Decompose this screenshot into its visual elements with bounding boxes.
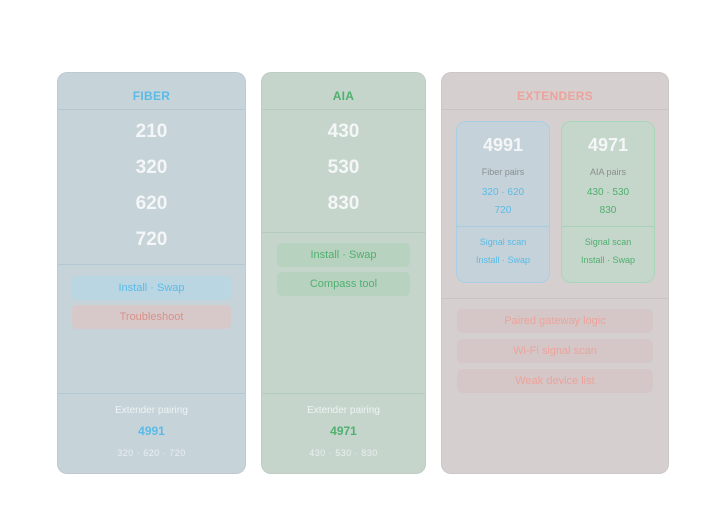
extender-card-pairs-line: 430 · 530 [586, 187, 630, 198]
aia-header-divider [262, 109, 425, 110]
fiber-header: FIBER [132, 89, 171, 103]
extender-card-code: 4991 [482, 135, 524, 155]
aia-install-swap-button[interactable]: Install · Swap [277, 243, 410, 267]
aia-extender-pairing-label: Extender pairing [307, 405, 380, 416]
aia-model-830[interactable]: 830 [262, 193, 425, 215]
fiber-extender-pairing-label: Extender pairing [115, 405, 188, 416]
extenders-header-divider [442, 109, 668, 110]
extenders-header: EXTENDERS [516, 89, 594, 103]
extender-card-4991[interactable]: 4991 Fiber pairs 320 · 620 720 Signal sc… [456, 121, 550, 283]
fiber-troubleshoot-button[interactable]: Troubleshoot [72, 305, 231, 329]
aia-header: AIA [332, 89, 355, 103]
extenders-cards-divider [442, 298, 668, 299]
fiber-column: FIBER 210 320 620 720 Install · Swap Tro… [57, 72, 246, 474]
weak-device-list-button[interactable]: Weak device list [457, 369, 653, 393]
extender-card-label: Fiber pairs [481, 167, 525, 177]
fiber-extender-models: 320 · 620 · 720 [117, 448, 186, 458]
extender-card-4971[interactable]: 4971 AIA pairs 430 · 530 830 Signal scan… [561, 121, 655, 283]
paired-gateway-logic-button[interactable]: Paired gateway logic [457, 309, 653, 333]
wifi-signal-scan-button[interactable]: Wi-Fi signal scan [457, 339, 653, 363]
aia-column: AIA 430 530 830 Install · Swap Compass t… [261, 72, 426, 474]
aia-compass-tool-button[interactable]: Compass tool [277, 272, 410, 296]
extender-card-pairs: 430 · 530 830 [562, 184, 654, 220]
fiber-model-320[interactable]: 320 [58, 157, 245, 179]
aia-footer-divider [262, 393, 425, 394]
extender-card-pairs: 320 · 620 720 [457, 184, 549, 220]
extender-4991-signal-scan-link[interactable]: Signal scan [457, 237, 549, 247]
fiber-model-720[interactable]: 720 [58, 229, 245, 251]
fiber-install-swap-button[interactable]: Install · Swap [72, 276, 231, 300]
aia-model-430[interactable]: 430 [262, 121, 425, 143]
fiber-models-divider [58, 264, 245, 265]
extender-card-code: 4971 [587, 135, 629, 155]
extender-4971-signal-scan-link[interactable]: Signal scan [562, 237, 654, 247]
fiber-model-620[interactable]: 620 [58, 193, 245, 215]
extender-card-pairs-line: 720 [494, 205, 512, 216]
extender-4971-install-swap-link[interactable]: Install · Swap [562, 255, 654, 265]
extender-card-label: AIA pairs [589, 167, 627, 177]
aia-model-530[interactable]: 530 [262, 157, 425, 179]
fiber-extender-code[interactable]: 4991 [58, 424, 245, 438]
fiber-header-divider [58, 109, 245, 110]
extender-4991-install-swap-link[interactable]: Install · Swap [457, 255, 549, 265]
extender-card-pairs-line: 320 · 620 [481, 187, 525, 198]
extender-card-pairs-line: 830 [599, 205, 617, 216]
extenders-column: EXTENDERS 4991 Fiber pairs 320 · 620 720… [441, 72, 669, 474]
aia-models-divider [262, 232, 425, 233]
aia-extender-code[interactable]: 4971 [262, 424, 425, 438]
aia-extender-models: 430 · 530 · 830 [309, 448, 378, 458]
fiber-model-210[interactable]: 210 [58, 121, 245, 143]
extender-card-divider [562, 226, 654, 227]
fiber-footer-divider [58, 393, 245, 394]
extender-card-divider [457, 226, 549, 227]
